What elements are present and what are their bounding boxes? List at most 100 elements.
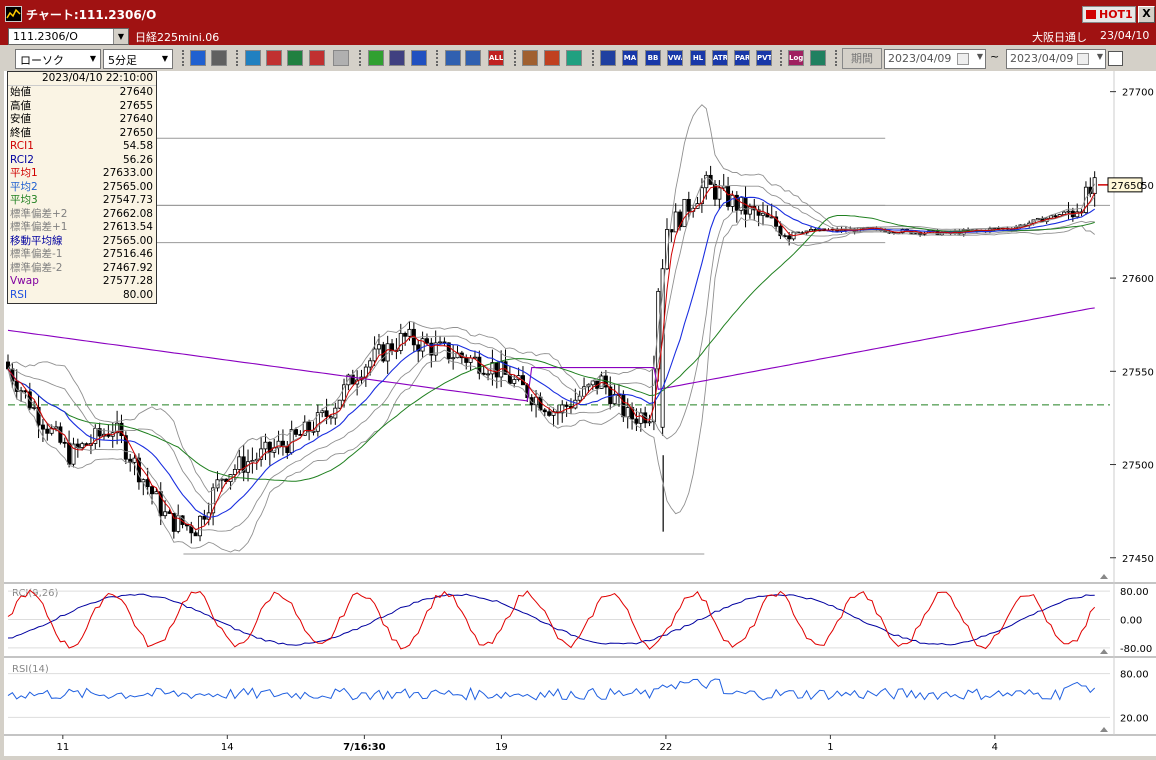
chevron-down-icon[interactable]: ▼ bbox=[113, 29, 128, 44]
palette-icon[interactable] bbox=[566, 50, 582, 66]
bollinger-band-line bbox=[7, 217, 1095, 553]
zoom-icon[interactable] bbox=[190, 50, 206, 66]
candle-body bbox=[368, 360, 373, 368]
candle-body bbox=[673, 211, 678, 233]
chevron-down-icon[interactable]: ▼ bbox=[87, 51, 99, 67]
pen-draw-icon[interactable] bbox=[368, 50, 384, 66]
timeframe-select[interactable]: 5分足 ▼ bbox=[103, 49, 173, 69]
parabolic-button[interactable]: PAR bbox=[734, 50, 750, 66]
chevron-down-icon[interactable]: ▼ bbox=[977, 52, 983, 61]
bar-narrow-icon[interactable] bbox=[445, 50, 461, 66]
title-bar[interactable]: チャート:111.2306/O HOT1 X bbox=[0, 0, 1156, 27]
candle-body bbox=[743, 196, 748, 215]
toolbar-separator bbox=[359, 50, 363, 66]
rsi-line bbox=[7, 678, 1096, 701]
candle-body bbox=[398, 332, 403, 351]
rci-tick-label: 80.00 bbox=[1120, 587, 1149, 598]
chevron-down-icon[interactable]: ▼ bbox=[1097, 52, 1103, 61]
info-value: 54.58 bbox=[122, 140, 153, 152]
candle-body bbox=[730, 194, 735, 207]
candle-body bbox=[280, 440, 285, 447]
chart-app-icon bbox=[5, 6, 22, 22]
rci-tick-label: 0.00 bbox=[1120, 616, 1142, 627]
indicator-add-icon[interactable] bbox=[245, 50, 261, 66]
candle-body bbox=[787, 235, 792, 240]
info-value: 27565.00 bbox=[102, 180, 153, 193]
candle-body bbox=[32, 406, 37, 409]
ma-button[interactable]: MA bbox=[622, 50, 638, 66]
candle-body bbox=[682, 198, 687, 228]
period-button[interactable]: 期間 bbox=[842, 48, 882, 69]
hl-button[interactable]: HL bbox=[690, 50, 706, 66]
status-strip bbox=[0, 756, 1156, 760]
indicator-chart-icon[interactable] bbox=[287, 50, 303, 66]
close-button[interactable]: X bbox=[1138, 6, 1155, 23]
price-chart-svg[interactable]: 27700 27650 27600 27550 27500 27450 27650 RCI(9… bbox=[4, 71, 1156, 760]
brush-icon[interactable] bbox=[544, 50, 560, 66]
y-axis-tick-label: 27700 bbox=[1122, 88, 1154, 99]
export-icon[interactable] bbox=[810, 50, 826, 66]
undo-icon[interactable] bbox=[411, 50, 427, 66]
candle-body bbox=[1053, 215, 1058, 218]
pvt-button[interactable]: PVT bbox=[756, 50, 772, 66]
log-button[interactable]: Log bbox=[788, 50, 804, 66]
candle-body bbox=[232, 468, 237, 475]
candle-body bbox=[424, 338, 429, 344]
info-label: 標準偏差-1 bbox=[10, 248, 63, 260]
range-checkbox[interactable] bbox=[1108, 51, 1123, 66]
info-row: 平均2 27565.00 bbox=[8, 181, 156, 195]
rsi-tick-label: 20.00 bbox=[1120, 713, 1149, 724]
chart-type-select[interactable]: ローソク ▼ bbox=[15, 49, 101, 69]
cursor-icon[interactable] bbox=[389, 50, 405, 66]
settings-icon[interactable] bbox=[522, 50, 538, 66]
flag-icon bbox=[1086, 10, 1096, 19]
date-to-picker[interactable]: 2023/04/09 ▼ bbox=[1006, 49, 1106, 69]
rci-tick-label: -80.00 bbox=[1120, 644, 1152, 655]
chart-area[interactable]: 27700 27650 27600 27550 27500 27450 27650 RCI(9… bbox=[4, 71, 1156, 760]
y-axis-tick-label: 27450 bbox=[1122, 554, 1154, 565]
vwap-button[interactable]: VWAP bbox=[667, 50, 683, 66]
info-label: 標準偏差+2 bbox=[10, 207, 68, 220]
timeframe-value: 5分足 bbox=[108, 54, 137, 67]
disabled-icon[interactable] bbox=[333, 50, 349, 66]
chevron-down-icon[interactable]: ▼ bbox=[159, 51, 171, 67]
calendar-icon[interactable] bbox=[957, 53, 969, 65]
candle-body bbox=[294, 429, 299, 435]
bar-wide-icon[interactable] bbox=[465, 50, 481, 66]
candle-body bbox=[403, 332, 408, 337]
candle-toggle-icon[interactable] bbox=[600, 50, 616, 66]
x-axis-tick-label: 7/16:30 bbox=[343, 742, 385, 753]
date-from-picker[interactable]: 2023/04/09 ▼ bbox=[884, 49, 986, 69]
session-label: 大阪日通し bbox=[1032, 31, 1087, 44]
candle-body bbox=[263, 441, 268, 450]
candle-body bbox=[625, 407, 630, 418]
candle-body bbox=[58, 426, 63, 443]
info-label: 終値 bbox=[10, 126, 31, 139]
info-value: 27662.08 bbox=[102, 207, 153, 220]
info-row: 標準偏差+1 27613.54 bbox=[8, 221, 156, 235]
panel-resize-icon bbox=[1100, 727, 1108, 732]
candle-body bbox=[132, 457, 137, 463]
x-axis-tick-label: 14 bbox=[221, 742, 234, 753]
info-value: 27547.73 bbox=[102, 194, 153, 206]
candle-body bbox=[1066, 210, 1071, 213]
symbol-select[interactable]: 111.2306/O ▼ bbox=[8, 28, 129, 45]
info-value: 56.26 bbox=[122, 153, 153, 166]
rsi-tick-label: 80.00 bbox=[1120, 670, 1149, 681]
bb-button[interactable]: BB bbox=[645, 50, 661, 66]
info-rows: 始値 27640 高値 27655 安値 27640 終値 27650 RCI1 54.58 RCI… bbox=[8, 86, 156, 302]
crosshair-icon[interactable] bbox=[211, 50, 227, 66]
candle-body bbox=[486, 373, 491, 376]
toolbar-separator bbox=[182, 50, 186, 66]
toolbar-separator bbox=[236, 50, 240, 66]
hot-button[interactable]: HOT1 bbox=[1082, 6, 1136, 23]
rci-panel-title: RCI(9,26) bbox=[12, 588, 59, 599]
candle-body bbox=[154, 491, 159, 495]
candle-body bbox=[407, 328, 412, 337]
all-button[interactable]: ALL bbox=[488, 50, 504, 66]
indicator-search-icon[interactable] bbox=[266, 50, 282, 66]
calendar-icon[interactable] bbox=[1077, 53, 1089, 65]
indicator-compare-icon[interactable] bbox=[309, 50, 325, 66]
atr-button[interactable]: ATR bbox=[712, 50, 728, 66]
candle-body bbox=[717, 187, 722, 200]
